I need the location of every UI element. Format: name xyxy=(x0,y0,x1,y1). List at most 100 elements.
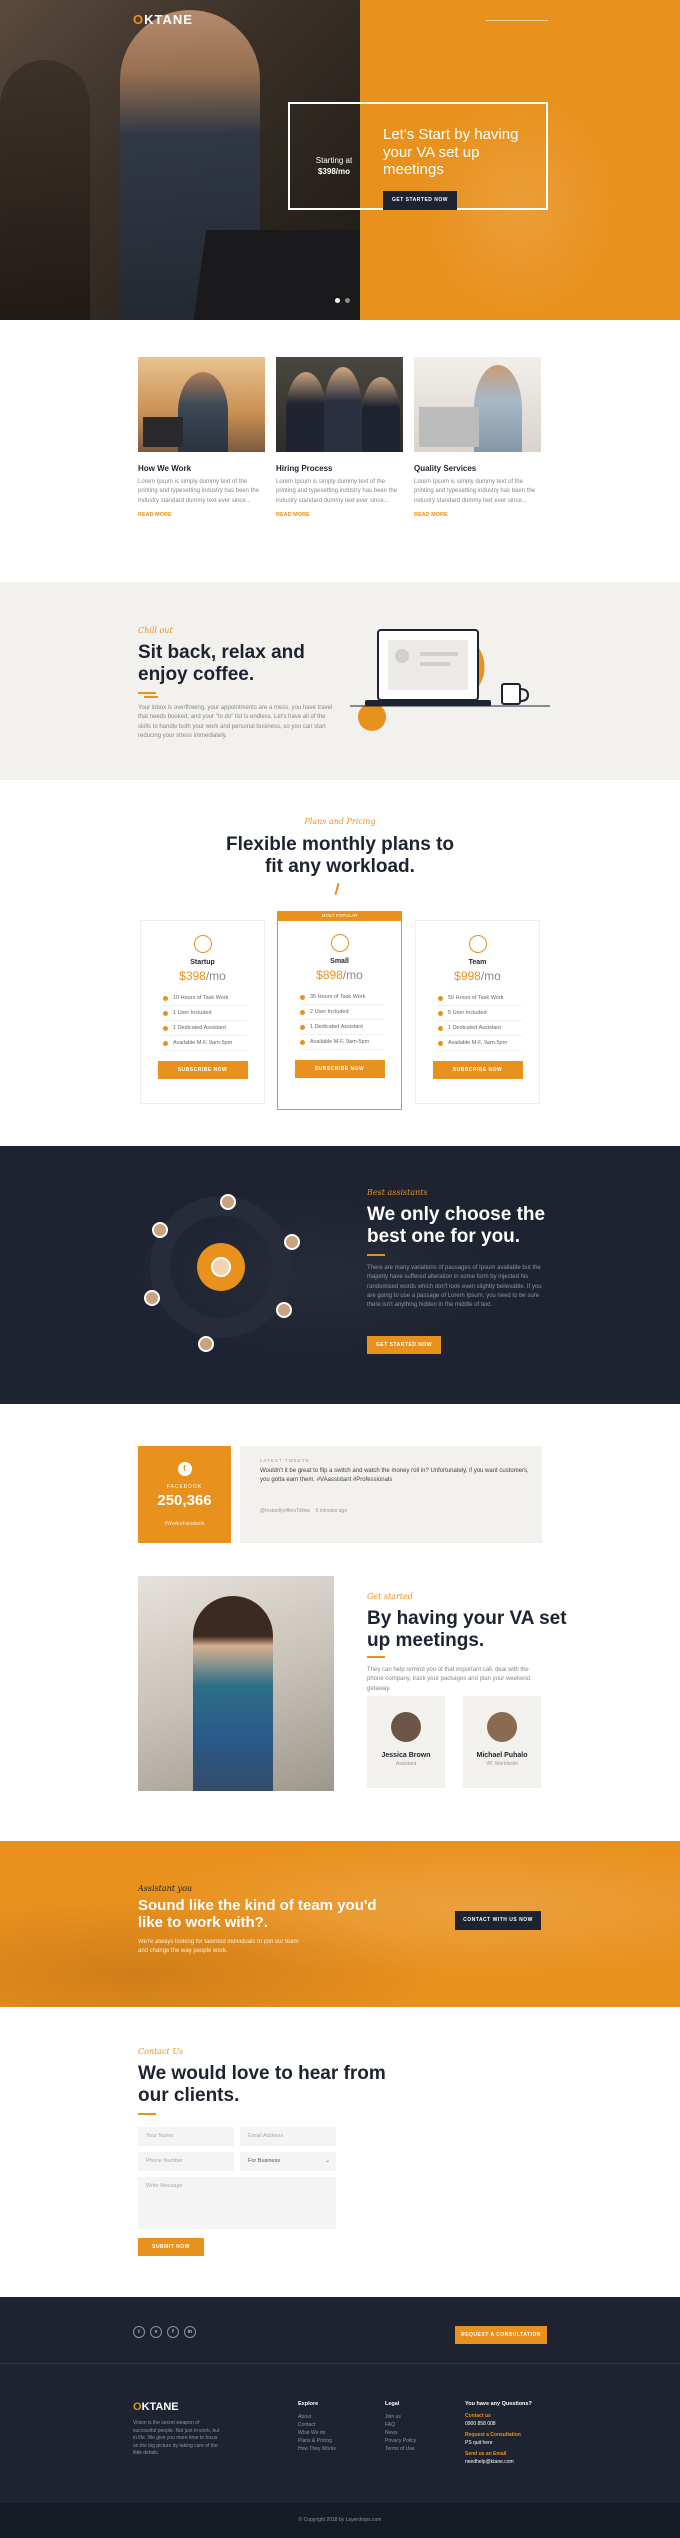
member-role: Assistant xyxy=(395,1761,417,1767)
name-field[interactable]: Your Name xyxy=(138,2127,234,2146)
team-member-card: Jessica Brown Assistant xyxy=(367,1696,445,1788)
footer-link[interactable]: Terms of Use xyxy=(385,2445,416,2453)
hero-cta-button[interactable]: GET STARTED NOW xyxy=(383,191,457,210)
read-more-link[interactable]: READ MORE xyxy=(276,512,403,518)
section-title: We would love to hear from our clients. xyxy=(138,2063,386,2106)
tweet-text: Wouldn't it be great to flip a switch an… xyxy=(260,1468,529,1484)
tweet-handle[interactable]: @InstantlyoffersTollow xyxy=(260,1508,310,1514)
social-links: t v f in xyxy=(133,2326,196,2338)
avatar xyxy=(220,1194,236,1210)
footer-link[interactable]: Join us xyxy=(385,2413,416,2421)
section-eyebrow: Plans and Pricing xyxy=(304,817,376,826)
service-text: Lorem Ipsum is simply dummy text of the … xyxy=(276,479,398,504)
consult-label[interactable]: Request a Consultation xyxy=(465,2432,532,2440)
message-field[interactable]: Write Message xyxy=(138,2177,336,2229)
section-title: Flexible monthly plans to fit any worklo… xyxy=(225,834,455,877)
linkedin-icon[interactable]: in xyxy=(184,2326,196,2338)
center-avatar xyxy=(197,1243,245,1291)
facebook-card[interactable]: f FACEBOOK 250,366 #WeAreFacebook xyxy=(138,1446,231,1543)
pricing-plan-small: MOST POPULAR Small $898/mo 35 Hours of T… xyxy=(277,911,402,1110)
user-icon xyxy=(193,935,212,953)
contact-us-button[interactable]: CONTACT WITH US NOW xyxy=(455,1911,541,1930)
title-underline xyxy=(367,1656,385,1658)
plan-price: $398/mo xyxy=(179,969,226,983)
section-eyebrow: Get started xyxy=(367,1592,413,1601)
hero-section: OKTANE Starting at $398/mo Let's Start b… xyxy=(0,0,680,320)
hero-starting-price: $398/mo xyxy=(317,166,351,176)
section-eyebrow: Assistant you xyxy=(138,1884,193,1893)
email-field[interactable]: Email Address xyxy=(240,2127,336,2146)
plan-features: 35 Hours of Task Work 2 User Included 1 … xyxy=(300,990,401,1050)
pricing-section: Plans and Pricing Flexible monthly plans… xyxy=(0,780,680,1146)
plan-feature: 1 Dedicated Assistant xyxy=(438,1021,522,1036)
hero-price-block: Starting at $398/mo xyxy=(298,156,370,178)
avatar xyxy=(276,1302,292,1318)
setup-section: Get started By having your VA set up mee… xyxy=(0,1576,680,1841)
plan-feature: Available M-F, 9am-5pm xyxy=(163,1036,247,1051)
read-more-link[interactable]: READ MORE xyxy=(414,512,541,518)
copyright-bar: © Copyright 2018 by Layerdrops.com xyxy=(0,2503,680,2538)
avatar xyxy=(144,1290,160,1306)
contact-email[interactable]: needhelp@ktane.com xyxy=(465,2459,532,2467)
section-title: We only choose the best one for you. xyxy=(367,1204,546,1247)
business-select[interactable]: For Business ⌄ xyxy=(240,2152,336,2171)
services-section: How We Work Lorem Ipsum is simply dummy … xyxy=(0,320,680,582)
section-text: Your inbox is overflowing, your appointm… xyxy=(138,705,333,739)
section-eyebrow: Contact Us xyxy=(138,2047,184,2056)
site-logo[interactable]: OKTANE xyxy=(133,12,193,27)
tweet-card: LATEST TWEETS Wouldn't it be great to fl… xyxy=(240,1446,542,1543)
plan-name: Small xyxy=(330,958,349,965)
get-started-button[interactable]: GET STARTED NOW xyxy=(367,1336,441,1354)
title-underline xyxy=(367,1254,385,1256)
avatar xyxy=(198,1336,214,1352)
plan-name: Startup xyxy=(190,959,215,966)
phone-field[interactable]: Phone Number xyxy=(138,2152,234,2171)
plan-feature: 1 Dedicated Assistant xyxy=(300,1020,384,1035)
read-more-link[interactable]: READ MORE xyxy=(138,512,265,518)
footer-link[interactable]: News xyxy=(385,2429,416,2437)
section-eyebrow: Best assistants xyxy=(367,1188,428,1197)
nav-menu[interactable] xyxy=(486,14,548,21)
slider-dots xyxy=(335,298,350,303)
laptop-base-shape xyxy=(365,700,491,706)
submit-button[interactable]: SUBMIT NOW xyxy=(138,2238,204,2256)
plan-price: $998/mo xyxy=(454,969,501,983)
footer-link[interactable]: FAQ xyxy=(385,2421,416,2429)
woman-phone-photo xyxy=(138,1576,334,1791)
subscribe-button[interactable]: SUBSCRIBE NOW xyxy=(432,1061,523,1079)
section-eyebrow: Chill out xyxy=(138,626,173,635)
title-underline xyxy=(138,692,156,694)
facebook-tag: #WeAreFacebook xyxy=(164,1521,205,1527)
footer-link[interactable]: About xyxy=(298,2413,336,2421)
plan-name: Team xyxy=(468,959,487,966)
twitter-icon[interactable]: t xyxy=(133,2326,145,2338)
footer-link[interactable]: What We do xyxy=(298,2429,336,2437)
footer-link[interactable]: How They Works xyxy=(298,2445,336,2453)
footer-logo[interactable]: OKTANE xyxy=(133,2401,179,2413)
tweet-meta: @InstantlyoffersTollow 5 minutes ago xyxy=(260,1508,522,1514)
footer-link[interactable]: Contact xyxy=(298,2421,336,2429)
service-card: How We Work Lorem Ipsum is simply dummy … xyxy=(138,357,265,518)
request-consultation-button[interactable]: REQUEST A CONSULTATION xyxy=(455,2326,547,2344)
contact-phone[interactable]: 0900 858 008 xyxy=(465,2421,532,2429)
avatar xyxy=(284,1234,300,1250)
plan-feature: Available M-F, 9am-5pm xyxy=(438,1036,522,1051)
section-title: Sit back, relax and enjoy coffee. xyxy=(138,642,305,685)
hero-starting-label: Starting at xyxy=(315,156,353,165)
subscribe-button[interactable]: SUBSCRIBE NOW xyxy=(157,1061,248,1079)
facebook-icon[interactable]: f xyxy=(167,2326,179,2338)
footer-link[interactable]: Plans & Pricing xyxy=(298,2437,336,2445)
service-title: How We Work xyxy=(138,464,192,473)
facebook-label: FACEBOOK xyxy=(166,1484,203,1490)
subscribe-button[interactable]: SUBSCRIBE NOW xyxy=(294,1060,385,1078)
slider-dot[interactable] xyxy=(335,298,340,303)
footer-link[interactable]: Privacy Policy xyxy=(385,2437,416,2445)
vimeo-icon[interactable]: v xyxy=(150,2326,162,2338)
footer-about: Vision is the secret weapon of successfu… xyxy=(133,2420,220,2456)
avatar xyxy=(391,1712,421,1742)
service-title: Quality Services xyxy=(414,464,477,473)
plan-features: 10 Hours of Task Work 1 User Included 1 … xyxy=(163,991,264,1051)
slider-dot[interactable] xyxy=(345,298,350,303)
gear-icon xyxy=(468,935,487,953)
footer-questions: You have any Questions? Contact us 0900 … xyxy=(465,2401,532,2466)
